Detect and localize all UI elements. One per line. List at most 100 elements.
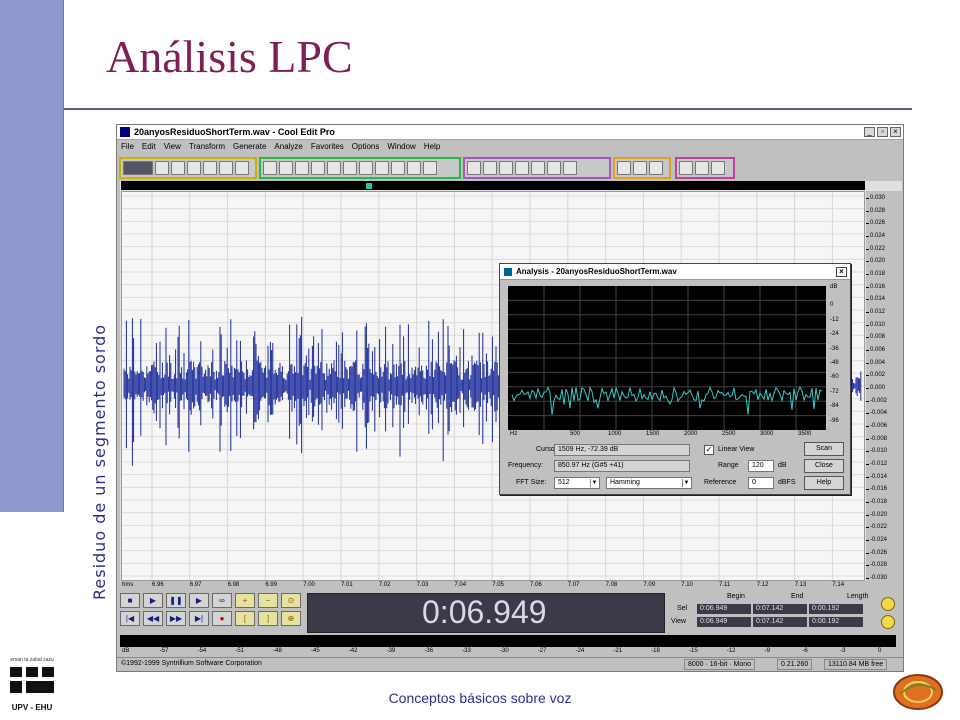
menu-item-transform[interactable]: Transform: [189, 142, 225, 151]
save-icon[interactable]: [187, 161, 201, 175]
zoom-right-icon[interactable]: ]: [258, 611, 278, 626]
close-button[interactable]: ×: [890, 127, 901, 137]
cut-icon[interactable]: [295, 161, 309, 175]
view-marker[interactable]: [366, 183, 372, 189]
zoom-out-icon[interactable]: −: [258, 593, 278, 608]
record-setup-icon[interactable]: [711, 161, 725, 175]
time-tick: 7.11: [719, 582, 731, 588]
document-icon[interactable]: [547, 161, 561, 175]
list-icon[interactable]: [531, 161, 545, 175]
zoom-full-icon[interactable]: ⊙: [281, 593, 301, 608]
amplitude-tick: 0.028: [866, 208, 902, 214]
close-file-icon[interactable]: [219, 161, 233, 175]
undo-icon[interactable]: [263, 161, 277, 175]
grid-alt-icon[interactable]: [499, 161, 513, 175]
time-tick: 7.05: [492, 582, 504, 588]
window-value: Hamming: [610, 479, 640, 486]
vertical-zoom-out-icon[interactable]: [881, 615, 895, 629]
overview-bar[interactable]: [121, 181, 865, 190]
paste-new-icon[interactable]: [359, 161, 373, 175]
spectral-view-icon[interactable]: [467, 161, 481, 175]
size-status: 0.21.260: [777, 659, 813, 670]
linear-view-label: Linear View: [718, 446, 755, 453]
db-tick: -72: [830, 388, 839, 395]
sel-length-field[interactable]: 0:00.192: [809, 604, 863, 614]
silence-icon[interactable]: [407, 161, 421, 175]
rewind-button[interactable]: ◀◀: [143, 611, 163, 626]
level-tick: -15: [689, 648, 698, 654]
level-tick: -21: [613, 648, 623, 654]
fft-size-select[interactable]: 512 ▼: [554, 477, 600, 489]
menu-item-window[interactable]: Window: [387, 142, 415, 151]
menu-item-favorites[interactable]: Favorites: [311, 142, 344, 151]
view-begin-field[interactable]: 0:06.949: [697, 617, 751, 627]
time-tick: 7.13: [794, 582, 807, 588]
db-tick: -96: [830, 417, 839, 424]
zoom-left-icon[interactable]: [: [235, 611, 255, 626]
close-button[interactable]: Close: [804, 459, 844, 473]
range-input[interactable]: 120: [748, 460, 774, 472]
reference-input[interactable]: 0: [748, 477, 774, 489]
menu-item-view[interactable]: View: [164, 142, 181, 151]
menu-item-edit[interactable]: Edit: [142, 142, 156, 151]
copy-icon[interactable]: [311, 161, 325, 175]
pause-button[interactable]: ❚❚: [166, 593, 186, 608]
linear-view-checkbox[interactable]: ✓: [704, 445, 714, 455]
scan-button[interactable]: Scan: [804, 442, 844, 456]
zoom-in-icon[interactable]: +: [235, 593, 255, 608]
minimize-button[interactable]: _: [864, 127, 875, 137]
window-select[interactable]: Hamming ▼: [606, 477, 692, 489]
waveform-view-icon[interactable]: [123, 161, 153, 175]
amplitude-tick: -0.010: [866, 448, 902, 454]
function-icon[interactable]: [617, 161, 631, 175]
amplitude-tick: 0.016: [866, 284, 902, 290]
menu-item-help[interactable]: Help: [424, 142, 440, 151]
play-button[interactable]: ▶: [143, 593, 163, 608]
help-button[interactable]: Help: [804, 476, 844, 490]
go-to-start-button[interactable]: |◀: [120, 611, 140, 626]
help-icon[interactable]: [649, 161, 663, 175]
meter-icon[interactable]: [695, 161, 709, 175]
table-icon[interactable]: [515, 161, 529, 175]
settings-icon[interactable]: [633, 161, 647, 175]
loop-button[interactable]: ∞: [212, 593, 232, 608]
sel-begin-field[interactable]: 0:06.949: [697, 604, 751, 614]
time-tick: 7.00: [303, 582, 315, 588]
zoom-selection-icon[interactable]: ⊕: [281, 611, 301, 626]
repeat-icon[interactable]: [279, 161, 293, 175]
play-to-end-button[interactable]: ▶: [189, 593, 209, 608]
copy-new-icon[interactable]: [327, 161, 341, 175]
trim-icon[interactable]: [391, 161, 405, 175]
amplitude-tick: -0.014: [866, 474, 902, 480]
fast-forward-button[interactable]: ▶▶: [166, 611, 186, 626]
level-tick: -6: [802, 648, 808, 654]
record-button[interactable]: ●: [212, 611, 232, 626]
vertical-zoom-in-icon[interactable]: [881, 597, 895, 611]
restore-button[interactable]: ▫: [877, 127, 888, 137]
sel-end-field[interactable]: 0:07.142: [753, 604, 807, 614]
level-tick: -27: [537, 648, 547, 654]
stop-button[interactable]: ■: [120, 593, 140, 608]
view-end-field[interactable]: 0:07.142: [753, 617, 807, 627]
menu-item-file[interactable]: File: [121, 142, 134, 151]
grid-icon[interactable]: [483, 161, 497, 175]
new-file-icon[interactable]: [155, 161, 169, 175]
open-file-icon[interactable]: [171, 161, 185, 175]
go-to-end-button[interactable]: ▶|: [189, 611, 209, 626]
spectrum-plot[interactable]: [508, 286, 826, 430]
reference-unit: dBFS: [778, 479, 796, 486]
multitrack-icon[interactable]: [679, 161, 693, 175]
paste-icon[interactable]: [343, 161, 357, 175]
menu-item-generate[interactable]: Generate: [233, 142, 266, 151]
amplitude-tick: -0.006: [866, 423, 902, 429]
properties-icon[interactable]: [235, 161, 249, 175]
analysis-close-icon[interactable]: ×: [836, 266, 847, 277]
menu-item-options[interactable]: Options: [352, 142, 380, 151]
mix-paste-icon[interactable]: [375, 161, 389, 175]
view-length-field[interactable]: 0:00.192: [809, 617, 863, 627]
save-as-icon[interactable]: [203, 161, 217, 175]
time-display: 0:06.949: [307, 593, 665, 633]
mark-icon[interactable]: [423, 161, 437, 175]
menu-item-analyze[interactable]: Analyze: [274, 142, 302, 151]
cd-icon[interactable]: [563, 161, 577, 175]
